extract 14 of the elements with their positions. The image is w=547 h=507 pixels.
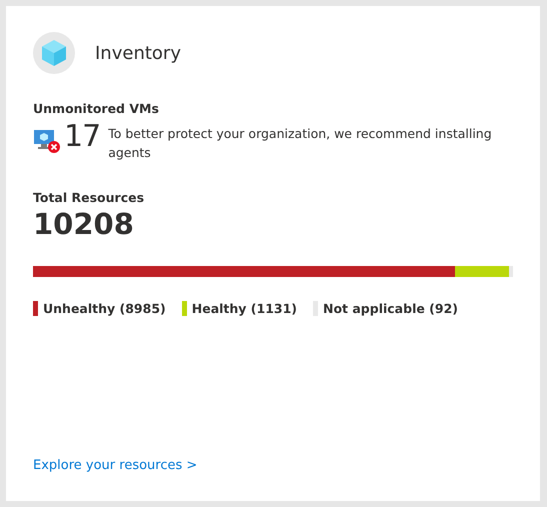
total-value: 10208 [33, 207, 135, 241]
legend-swatch [33, 301, 38, 316]
section-label: Unmonitored VMs [33, 101, 160, 116]
explore-link[interactable]: Explore your resources > [33, 458, 198, 473]
legend-label: Healthy (1131) [192, 301, 297, 316]
monitor-error-icon [33, 128, 61, 154]
recommendation-text: To better protect your organization, we recommend installing agents [108, 125, 493, 162]
cube-icon [33, 32, 75, 74]
vm-count: 17 [64, 120, 100, 154]
legend-label: Not applicable (92) [323, 301, 458, 316]
legend-label: Unhealthy (8985) [43, 301, 166, 316]
section-label: Total Resources [33, 190, 146, 205]
card-title: Inventory [95, 42, 181, 64]
legend-swatch [182, 301, 187, 316]
